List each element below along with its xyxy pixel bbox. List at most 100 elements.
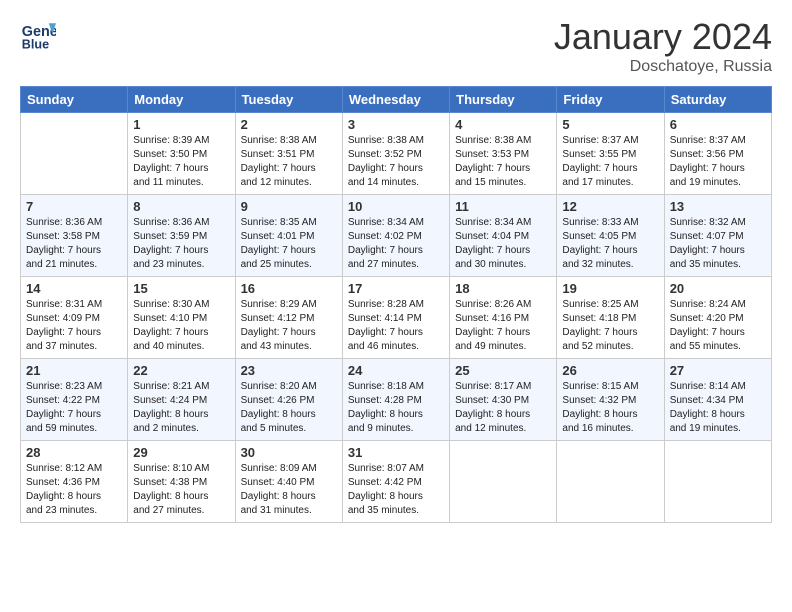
day-info: Sunrise: 8:34 AM Sunset: 4:02 PM Dayligh… bbox=[348, 216, 444, 272]
header-row: SundayMondayTuesdayWednesdayThursdayFrid… bbox=[21, 87, 772, 113]
day-info: Sunrise: 8:28 AM Sunset: 4:14 PM Dayligh… bbox=[348, 298, 444, 354]
day-number: 25 bbox=[455, 363, 551, 378]
day-number: 6 bbox=[670, 117, 766, 132]
day-info: Sunrise: 8:26 AM Sunset: 4:16 PM Dayligh… bbox=[455, 298, 551, 354]
day-number: 31 bbox=[348, 445, 444, 460]
header-cell-friday: Friday bbox=[557, 87, 664, 113]
header-cell-monday: Monday bbox=[128, 87, 235, 113]
day-info: Sunrise: 8:38 AM Sunset: 3:51 PM Dayligh… bbox=[241, 134, 337, 190]
day-cell: 22 Sunrise: 8:21 AM Sunset: 4:24 PM Dayli… bbox=[128, 359, 235, 441]
location-title: Doschatoye, Russia bbox=[554, 58, 772, 76]
day-cell bbox=[21, 113, 128, 195]
day-cell bbox=[450, 441, 557, 523]
week-row-2: 14 Sunrise: 8:31 AM Sunset: 4:09 PM Dayli… bbox=[21, 277, 772, 359]
day-info: Sunrise: 8:09 AM Sunset: 4:40 PM Dayligh… bbox=[241, 462, 337, 518]
page: General Blue January 2024 Doschatoye, Ru… bbox=[0, 0, 792, 533]
day-number: 30 bbox=[241, 445, 337, 460]
day-cell: 24 Sunrise: 8:18 AM Sunset: 4:28 PM Dayli… bbox=[342, 359, 449, 441]
day-cell: 3 Sunrise: 8:38 AM Sunset: 3:52 PM Daylig… bbox=[342, 113, 449, 195]
day-info: Sunrise: 8:29 AM Sunset: 4:12 PM Dayligh… bbox=[241, 298, 337, 354]
day-number: 8 bbox=[133, 199, 229, 214]
day-cell: 5Sunrise: 8:37 AM Sunset: 3:55 PM Daylig… bbox=[557, 113, 664, 195]
day-info: Sunrise: 8:12 AM Sunset: 4:36 PM Dayligh… bbox=[26, 462, 122, 518]
week-row-3: 21Sunrise: 8:23 AM Sunset: 4:22 PM Dayli… bbox=[21, 359, 772, 441]
day-number: 3 bbox=[348, 117, 444, 132]
header-cell-sunday: Sunday bbox=[21, 87, 128, 113]
day-cell: 1Sunrise: 8:39 AM Sunset: 3:50 PM Daylig… bbox=[128, 113, 235, 195]
day-cell: 21Sunrise: 8:23 AM Sunset: 4:22 PM Dayli… bbox=[21, 359, 128, 441]
day-cell: 30 Sunrise: 8:09 AM Sunset: 4:40 PM Dayli… bbox=[235, 441, 342, 523]
day-cell: 12Sunrise: 8:33 AM Sunset: 4:05 PM Dayli… bbox=[557, 195, 664, 277]
day-number: 21 bbox=[26, 363, 122, 378]
day-number: 24 bbox=[348, 363, 444, 378]
day-cell bbox=[664, 441, 771, 523]
day-number: 23 bbox=[241, 363, 337, 378]
day-number: 15 bbox=[133, 281, 229, 296]
day-number: 4 bbox=[455, 117, 551, 132]
day-info: Sunrise: 8:30 AM Sunset: 4:10 PM Dayligh… bbox=[133, 298, 229, 354]
day-cell: 4 Sunrise: 8:38 AM Sunset: 3:53 PM Daylig… bbox=[450, 113, 557, 195]
day-info: Sunrise: 8:24 AM Sunset: 4:20 PM Dayligh… bbox=[670, 298, 766, 354]
week-row-1: 7Sunrise: 8:36 AM Sunset: 3:58 PM Daylig… bbox=[21, 195, 772, 277]
day-number: 14 bbox=[26, 281, 122, 296]
day-info: Sunrise: 8:32 AM Sunset: 4:07 PM Dayligh… bbox=[670, 216, 766, 272]
day-cell: 8 Sunrise: 8:36 AM Sunset: 3:59 PM Daylig… bbox=[128, 195, 235, 277]
day-info: Sunrise: 8:36 AM Sunset: 3:59 PM Dayligh… bbox=[133, 216, 229, 272]
day-number: 13 bbox=[670, 199, 766, 214]
day-cell: 11Sunrise: 8:34 AM Sunset: 4:04 PM Dayli… bbox=[450, 195, 557, 277]
day-cell: 17 Sunrise: 8:28 AM Sunset: 4:14 PM Dayli… bbox=[342, 277, 449, 359]
day-cell: 27 Sunrise: 8:14 AM Sunset: 4:34 PM Dayli… bbox=[664, 359, 771, 441]
day-info: Sunrise: 8:38 AM Sunset: 3:52 PM Dayligh… bbox=[348, 134, 444, 190]
day-number: 1 bbox=[133, 117, 229, 132]
logo-icon: General Blue bbox=[20, 16, 56, 52]
day-number: 17 bbox=[348, 281, 444, 296]
day-number: 16 bbox=[241, 281, 337, 296]
day-info: Sunrise: 8:17 AM Sunset: 4:30 PM Dayligh… bbox=[455, 380, 551, 436]
header: General Blue January 2024 Doschatoye, Ru… bbox=[20, 16, 772, 76]
day-number: 7 bbox=[26, 199, 122, 214]
day-info: Sunrise: 8:18 AM Sunset: 4:28 PM Dayligh… bbox=[348, 380, 444, 436]
day-info: Sunrise: 8:14 AM Sunset: 4:34 PM Dayligh… bbox=[670, 380, 766, 436]
day-cell: 16 Sunrise: 8:29 AM Sunset: 4:12 PM Dayli… bbox=[235, 277, 342, 359]
day-info: Sunrise: 8:25 AM Sunset: 4:18 PM Dayligh… bbox=[562, 298, 658, 354]
day-number: 28 bbox=[26, 445, 122, 460]
day-number: 10 bbox=[348, 199, 444, 214]
day-number: 19 bbox=[562, 281, 658, 296]
logo: General Blue bbox=[20, 16, 60, 52]
week-row-4: 28 Sunrise: 8:12 AM Sunset: 4:36 PM Dayli… bbox=[21, 441, 772, 523]
day-cell: 28 Sunrise: 8:12 AM Sunset: 4:36 PM Dayli… bbox=[21, 441, 128, 523]
day-number: 22 bbox=[133, 363, 229, 378]
day-cell: 2 Sunrise: 8:38 AM Sunset: 3:51 PM Daylig… bbox=[235, 113, 342, 195]
day-cell bbox=[557, 441, 664, 523]
day-number: 27 bbox=[670, 363, 766, 378]
day-cell: 23 Sunrise: 8:20 AM Sunset: 4:26 PM Dayli… bbox=[235, 359, 342, 441]
day-cell: 10 Sunrise: 8:34 AM Sunset: 4:02 PM Dayli… bbox=[342, 195, 449, 277]
day-info: Sunrise: 8:37 AM Sunset: 3:56 PM Dayligh… bbox=[670, 134, 766, 190]
day-info: Sunrise: 8:34 AM Sunset: 4:04 PM Dayligh… bbox=[455, 216, 551, 272]
day-number: 12 bbox=[562, 199, 658, 214]
day-cell: 25 Sunrise: 8:17 AM Sunset: 4:30 PM Dayli… bbox=[450, 359, 557, 441]
header-cell-tuesday: Tuesday bbox=[235, 87, 342, 113]
day-number: 29 bbox=[133, 445, 229, 460]
day-info: Sunrise: 8:10 AM Sunset: 4:38 PM Dayligh… bbox=[133, 462, 229, 518]
day-info: Sunrise: 8:07 AM Sunset: 4:42 PM Dayligh… bbox=[348, 462, 444, 518]
day-cell: 20Sunrise: 8:24 AM Sunset: 4:20 PM Dayli… bbox=[664, 277, 771, 359]
header-cell-saturday: Saturday bbox=[664, 87, 771, 113]
calendar-table: SundayMondayTuesdayWednesdayThursdayFrid… bbox=[20, 86, 772, 523]
day-info: Sunrise: 8:20 AM Sunset: 4:26 PM Dayligh… bbox=[241, 380, 337, 436]
day-cell: 14 Sunrise: 8:31 AM Sunset: 4:09 PM Dayli… bbox=[21, 277, 128, 359]
day-number: 5 bbox=[562, 117, 658, 132]
day-info: Sunrise: 8:31 AM Sunset: 4:09 PM Dayligh… bbox=[26, 298, 122, 354]
header-cell-wednesday: Wednesday bbox=[342, 87, 449, 113]
day-info: Sunrise: 8:38 AM Sunset: 3:53 PM Dayligh… bbox=[455, 134, 551, 190]
day-cell: 18Sunrise: 8:26 AM Sunset: 4:16 PM Dayli… bbox=[450, 277, 557, 359]
day-cell: 29 Sunrise: 8:10 AM Sunset: 4:38 PM Dayli… bbox=[128, 441, 235, 523]
day-number: 2 bbox=[241, 117, 337, 132]
day-cell: 9Sunrise: 8:35 AM Sunset: 4:01 PM Daylig… bbox=[235, 195, 342, 277]
title-block: January 2024 Doschatoye, Russia bbox=[554, 16, 772, 76]
svg-text:Blue: Blue bbox=[22, 37, 49, 51]
day-info: Sunrise: 8:21 AM Sunset: 4:24 PM Dayligh… bbox=[133, 380, 229, 436]
day-cell: 19 Sunrise: 8:25 AM Sunset: 4:18 PM Dayli… bbox=[557, 277, 664, 359]
day-cell: 13 Sunrise: 8:32 AM Sunset: 4:07 PM Dayli… bbox=[664, 195, 771, 277]
day-cell: 26Sunrise: 8:15 AM Sunset: 4:32 PM Dayli… bbox=[557, 359, 664, 441]
